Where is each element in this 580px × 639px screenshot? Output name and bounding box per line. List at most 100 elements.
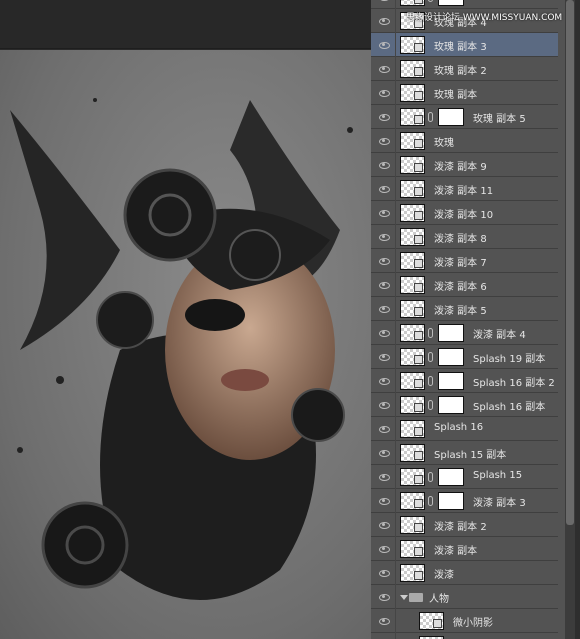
layer-thumbnail: [400, 492, 425, 510]
eye-icon[interactable]: [371, 249, 396, 273]
layer-mask-thumbnail[interactable]: [438, 492, 464, 510]
layer-mask-thumbnail[interactable]: [438, 396, 464, 414]
link-icon[interactable]: [428, 472, 433, 482]
layer-thumbnail: [400, 324, 425, 342]
layer-thumbnail: [400, 276, 425, 294]
layer-row[interactable]: 泼漆 副本 9: [371, 153, 558, 177]
document-canvas[interactable]: [0, 50, 371, 639]
layer-name: 泼漆 副本 2: [434, 522, 487, 533]
eye-icon[interactable]: [371, 9, 396, 33]
eye-icon[interactable]: [371, 225, 396, 249]
eye-icon[interactable]: [371, 489, 396, 513]
layer-mask-thumbnail[interactable]: [438, 372, 464, 390]
eye-icon[interactable]: [371, 201, 396, 225]
eye-icon[interactable]: [371, 105, 396, 129]
layer-mask-thumbnail[interactable]: [438, 468, 464, 486]
layer-thumbnail: [400, 228, 425, 246]
layer-row[interactable]: 泼漆 副本 8: [371, 225, 558, 249]
eye-icon[interactable]: [371, 129, 396, 153]
layer-name: Splash 16: [434, 422, 484, 433]
layer-thumbnail: [400, 204, 425, 222]
layer-row[interactable]: 泼漆 副本 3: [371, 489, 558, 513]
layer-row[interactable]: 玫瑰 副本 2: [371, 57, 558, 81]
layer-thumbnail: [400, 396, 425, 414]
eye-icon[interactable]: [371, 177, 396, 201]
link-icon[interactable]: [428, 352, 433, 362]
layer-row[interactable]: 泼漆: [371, 561, 558, 585]
layer-thumbnail: [400, 84, 425, 102]
layer-thumbnail: [400, 156, 425, 174]
layers-panel: 玫瑰 副本 4 玫瑰 副本 3 玫瑰 副本 2 玫瑰 副本 玫瑰 副本 5 玫瑰 泼漆 副本…: [371, 0, 565, 639]
link-icon[interactable]: [428, 0, 433, 2]
layer-name: 玫瑰 副本 3: [434, 42, 487, 53]
layer-row[interactable]: 阴影处理: [371, 633, 558, 639]
link-icon[interactable]: [428, 496, 433, 506]
eye-icon[interactable]: [371, 561, 396, 585]
eye-icon[interactable]: [371, 57, 396, 81]
eye-icon[interactable]: [371, 321, 396, 345]
link-icon[interactable]: [428, 328, 433, 338]
layer-row[interactable]: 玫瑰 副本: [371, 81, 558, 105]
layer-thumbnail: [400, 252, 425, 270]
document-top-bar: [0, 0, 371, 49]
link-icon[interactable]: [428, 376, 433, 386]
layer-row[interactable]: 微小阴影: [371, 609, 558, 633]
link-icon[interactable]: [428, 112, 433, 122]
layer-mask-thumbnail[interactable]: [438, 324, 464, 342]
layer-thumbnail: [400, 564, 425, 582]
layer-thumbnail: [400, 420, 425, 438]
layer-row[interactable]: 泼漆 副本 6: [371, 273, 558, 297]
eye-icon[interactable]: [371, 153, 396, 177]
layer-thumbnail: [419, 612, 444, 630]
eye-icon[interactable]: [371, 0, 396, 9]
layer-row[interactable]: 泼漆 副本 2: [371, 513, 558, 537]
eye-icon[interactable]: [371, 393, 396, 417]
eye-icon[interactable]: [371, 369, 396, 393]
layer-row[interactable]: 人物: [371, 585, 558, 609]
layer-row[interactable]: Splash 15: [371, 465, 558, 489]
eye-icon[interactable]: [371, 33, 396, 57]
layer-row[interactable]: [371, 0, 558, 9]
eye-icon[interactable]: [371, 81, 396, 105]
layer-name: 泼漆 副本 3: [473, 498, 526, 509]
layer-row[interactable]: 泼漆 副本 5: [371, 297, 558, 321]
eye-icon[interactable]: [371, 273, 396, 297]
layer-row[interactable]: 玫瑰 副本 5: [371, 105, 558, 129]
layer-name: 泼漆 副本 9: [434, 162, 487, 173]
layer-row[interactable]: 玫瑰: [371, 129, 558, 153]
layer-thumbnail: [400, 180, 425, 198]
eye-icon[interactable]: [371, 441, 396, 465]
layer-row[interactable]: 泼漆 副本 10: [371, 201, 558, 225]
layer-thumbnail: [400, 36, 425, 54]
layer-row[interactable]: 泼漆 副本 11: [371, 177, 558, 201]
watermark: 思缘设计论坛 WWW.MISSYUAN.COM: [406, 13, 563, 23]
layer-row[interactable]: Splash 19 副本: [371, 345, 558, 369]
folder-icon: [409, 593, 423, 602]
layer-row[interactable]: 玫瑰 副本 3: [371, 33, 558, 57]
layer-mask-thumbnail[interactable]: [438, 348, 464, 366]
layer-row[interactable]: Splash 16: [371, 417, 558, 441]
link-icon[interactable]: [428, 400, 433, 410]
eye-icon[interactable]: [371, 297, 396, 321]
eye-icon[interactable]: [371, 609, 396, 633]
layer-row[interactable]: 泼漆 副本 7: [371, 249, 558, 273]
scrollbar-thumb[interactable]: [566, 0, 574, 525]
layer-thumbnail: [400, 348, 425, 366]
eye-icon[interactable]: [371, 417, 396, 441]
eye-icon[interactable]: [371, 537, 396, 561]
expand-triangle-icon[interactable]: [400, 595, 408, 600]
layer-name: 玫瑰 副本: [434, 90, 478, 101]
eye-icon[interactable]: [371, 633, 396, 639]
layer-row[interactable]: Splash 16 副本: [371, 393, 558, 417]
layer-mask-thumbnail[interactable]: [438, 0, 464, 6]
eye-icon[interactable]: [371, 345, 396, 369]
layer-row[interactable]: Splash 15 副本: [371, 441, 558, 465]
layer-row[interactable]: 泼漆 副本: [371, 537, 558, 561]
layer-row[interactable]: 泼漆 副本 4: [371, 321, 558, 345]
eye-icon[interactable]: [371, 585, 396, 609]
layer-name: Splash 16 副本 2: [473, 378, 555, 389]
eye-icon[interactable]: [371, 513, 396, 537]
eye-icon[interactable]: [371, 465, 396, 489]
layer-mask-thumbnail[interactable]: [438, 108, 464, 126]
layer-row[interactable]: Splash 16 副本 2: [371, 369, 558, 393]
